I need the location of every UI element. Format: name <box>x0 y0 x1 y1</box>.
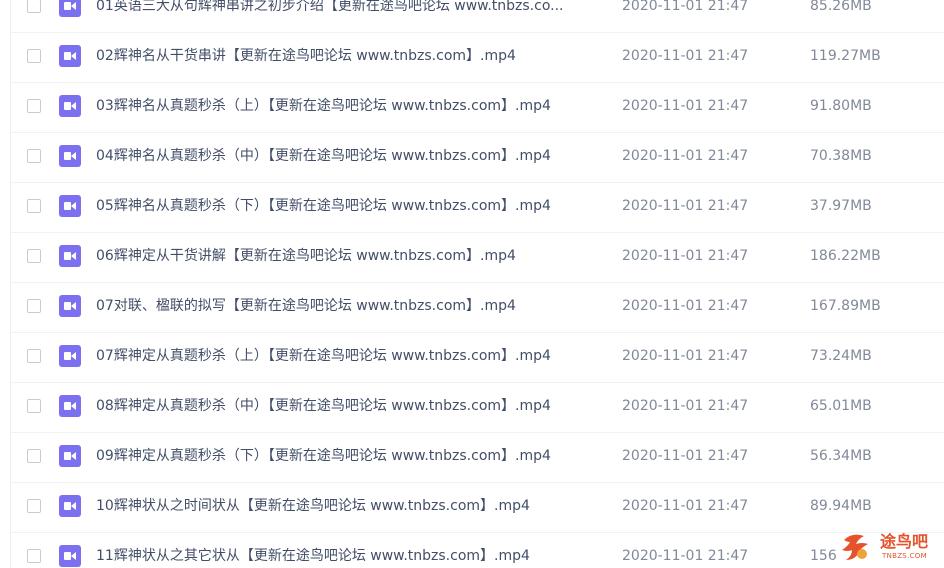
row-checkbox[interactable] <box>27 299 41 313</box>
file-name[interactable]: 05辉神名从真题秒杀（下）【更新在途鸟吧论坛 www.tnbzs.com】.mp… <box>96 196 602 216</box>
row-checkbox[interactable] <box>27 349 41 363</box>
video-file-icon <box>59 395 81 417</box>
file-size: 119.27MB <box>810 48 881 64</box>
video-file-icon <box>59 195 81 217</box>
file-date: 2020-11-01 21:47 <box>622 548 749 564</box>
file-name[interactable]: 10辉神状从之时间状从【更新在途鸟吧论坛 www.tnbzs.com】.mp4 <box>96 496 602 516</box>
file-size: 186.22MB <box>810 248 881 264</box>
row-checkbox[interactable] <box>27 499 41 513</box>
file-name[interactable]: 09辉神定从真题秒杀（下）【更新在途鸟吧论坛 www.tnbzs.com】.mp… <box>96 446 602 466</box>
file-size: 73.24MB <box>810 348 872 364</box>
file-name[interactable]: 08辉神定从真题秒杀（中）【更新在途鸟吧论坛 www.tnbzs.com】.mp… <box>96 396 602 416</box>
file-row[interactable]: 03辉神名从真题秒杀（上）【更新在途鸟吧论坛 www.tnbzs.com】.mp… <box>11 82 944 133</box>
file-date: 2020-11-01 21:47 <box>622 148 749 164</box>
file-name[interactable]: 06辉神定从干货讲解【更新在途鸟吧论坛 www.tnbzs.com】.mp4 <box>96 246 602 266</box>
file-name[interactable]: 02辉神名从干货串讲【更新在途鸟吧论坛 www.tnbzs.com】.mp4 <box>96 46 602 66</box>
file-name[interactable]: 07对联、楹联的拟写【更新在途鸟吧论坛 www.tnbzs.com】.mp4 <box>96 296 602 316</box>
row-checkbox[interactable] <box>27 449 41 463</box>
video-file-icon <box>59 345 81 367</box>
file-row[interactable]: 04辉神名从真题秒杀（中）【更新在途鸟吧论坛 www.tnbzs.com】.mp… <box>11 132 944 183</box>
file-row[interactable]: 07对联、楹联的拟写【更新在途鸟吧论坛 www.tnbzs.com】.mp4 2… <box>11 282 944 333</box>
file-row[interactable]: 01英语三大从句辉神串讲之初步介绍【更新在途鸟吧论坛 www.tnbzs.co.… <box>11 0 944 33</box>
file-row[interactable]: 10辉神状从之时间状从【更新在途鸟吧论坛 www.tnbzs.com】.mp4 … <box>11 482 944 533</box>
video-file-icon <box>59 545 81 567</box>
file-row[interactable]: 05辉神名从真题秒杀（下）【更新在途鸟吧论坛 www.tnbzs.com】.mp… <box>11 182 944 233</box>
video-file-icon <box>59 445 81 467</box>
row-checkbox[interactable] <box>27 249 41 263</box>
file-list: 01英语三大从句辉神串讲之初步介绍【更新在途鸟吧论坛 www.tnbzs.co.… <box>10 0 944 568</box>
bird-logo-icon <box>842 534 868 560</box>
video-file-icon <box>59 0 81 17</box>
row-checkbox[interactable] <box>27 149 41 163</box>
file-size: 85.26MB <box>810 0 872 14</box>
file-date: 2020-11-01 21:47 <box>622 198 749 214</box>
video-file-icon <box>59 145 81 167</box>
file-row[interactable]: 06辉神定从干货讲解【更新在途鸟吧论坛 www.tnbzs.com】.mp4 2… <box>11 232 944 283</box>
file-row[interactable]: 07辉神定从真题秒杀（上）【更新在途鸟吧论坛 www.tnbzs.com】.mp… <box>11 332 944 383</box>
row-checkbox[interactable] <box>27 49 41 63</box>
file-date: 2020-11-01 21:47 <box>622 498 749 514</box>
file-date: 2020-11-01 21:47 <box>622 348 749 364</box>
file-date: 2020-11-01 21:47 <box>622 448 749 464</box>
file-size: 89.94MB <box>810 498 872 514</box>
file-date: 2020-11-01 21:47 <box>622 0 749 14</box>
file-name[interactable]: 04辉神名从真题秒杀（中）【更新在途鸟吧论坛 www.tnbzs.com】.mp… <box>96 146 602 166</box>
file-size: 65.01MB <box>810 398 872 414</box>
file-date: 2020-11-01 21:47 <box>622 48 749 64</box>
row-checkbox[interactable] <box>27 199 41 213</box>
file-row[interactable]: 08辉神定从真题秒杀（中）【更新在途鸟吧论坛 www.tnbzs.com】.mp… <box>11 382 944 433</box>
video-file-icon <box>59 45 81 67</box>
file-date: 2020-11-01 21:47 <box>622 298 749 314</box>
file-row[interactable]: 02辉神名从干货串讲【更新在途鸟吧论坛 www.tnbzs.com】.mp4 2… <box>11 32 944 83</box>
file-name[interactable]: 07辉神定从真题秒杀（上）【更新在途鸟吧论坛 www.tnbzs.com】.mp… <box>96 346 602 366</box>
row-checkbox[interactable] <box>27 399 41 413</box>
video-file-icon <box>59 495 81 517</box>
watermark-subtext: TNBZS.COM <box>882 552 927 560</box>
file-name[interactable]: 03辉神名从真题秒杀（上）【更新在途鸟吧论坛 www.tnbzs.com】.mp… <box>96 96 602 116</box>
file-name[interactable]: 11辉神状从之其它状从【更新在途鸟吧论坛 www.tnbzs.com】.mp4 <box>96 546 602 566</box>
file-name[interactable]: 01英语三大从句辉神串讲之初步介绍【更新在途鸟吧论坛 www.tnbzs.co.… <box>96 0 602 16</box>
file-size: 37.97MB <box>810 198 872 214</box>
file-row[interactable]: 11辉神状从之其它状从【更新在途鸟吧论坛 www.tnbzs.com】.mp4 … <box>11 532 944 568</box>
file-size: 56.34MB <box>810 448 872 464</box>
watermark-text: 途鸟吧 <box>880 532 929 551</box>
file-size: 91.80MB <box>810 98 872 114</box>
file-date: 2020-11-01 21:47 <box>622 98 749 114</box>
video-file-icon <box>59 295 81 317</box>
row-checkbox[interactable] <box>27 99 41 113</box>
watermark: 途鸟吧 TNBZS.COM <box>838 530 940 564</box>
video-file-icon <box>59 245 81 267</box>
row-checkbox[interactable] <box>27 0 41 13</box>
video-file-icon <box>59 95 81 117</box>
file-date: 2020-11-01 21:47 <box>622 248 749 264</box>
file-size: 70.38MB <box>810 148 872 164</box>
row-checkbox[interactable] <box>27 549 41 563</box>
file-size: 167.89MB <box>810 298 881 314</box>
file-row[interactable]: 09辉神定从真题秒杀（下）【更新在途鸟吧论坛 www.tnbzs.com】.mp… <box>11 432 944 483</box>
file-date: 2020-11-01 21:47 <box>622 398 749 414</box>
